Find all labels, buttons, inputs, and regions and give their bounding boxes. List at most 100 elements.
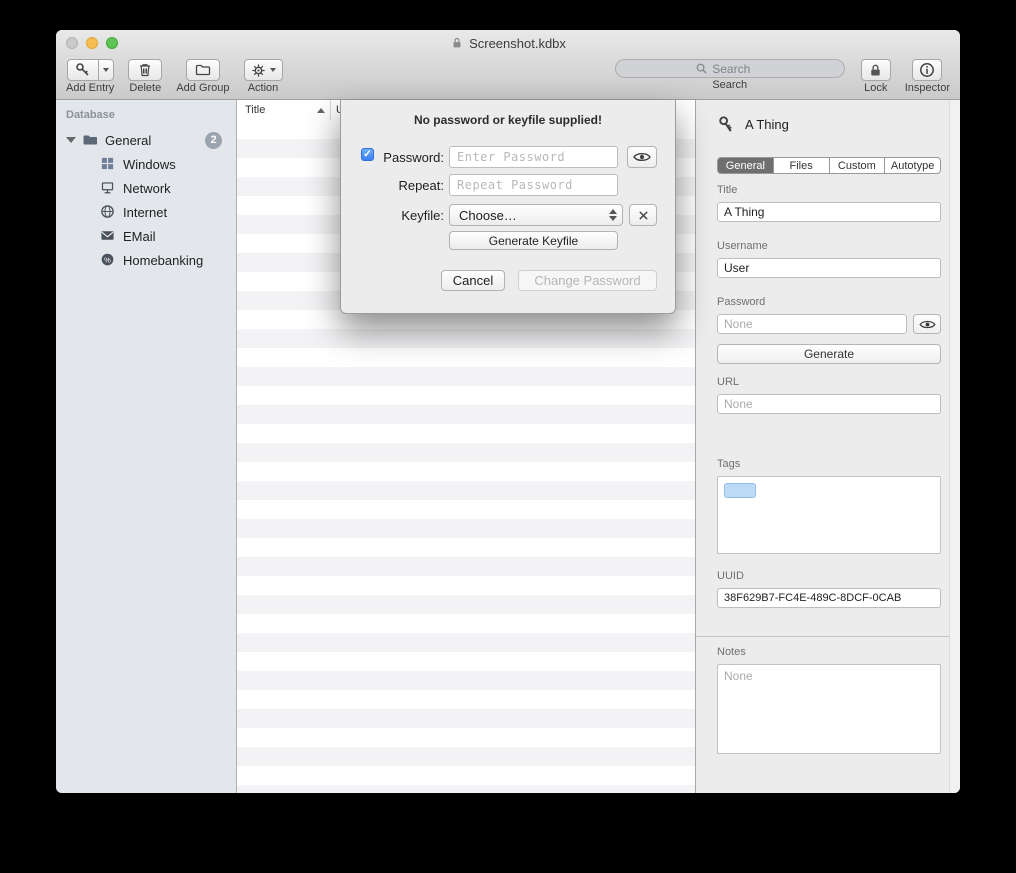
folder-plus-icon	[195, 62, 211, 78]
inspector-item: Inspector	[905, 59, 950, 94]
entry-title: A Thing	[745, 117, 789, 132]
sidebar-item-homebanking[interactable]: % Homebanking	[56, 248, 236, 272]
lock-icon	[868, 63, 883, 78]
title-field[interactable]	[717, 202, 941, 222]
inspector-panel: A Thing General Files Custom Autotype Ti…	[695, 100, 960, 793]
uuid-label: UUID	[717, 570, 744, 582]
zoom-button[interactable]	[106, 37, 118, 49]
column-header-title[interactable]: Title	[245, 104, 265, 116]
monitor-icon	[100, 180, 116, 196]
popup-stepper-icon	[609, 209, 617, 221]
password-checkbox[interactable]: ✓	[361, 148, 374, 161]
lock-button[interactable]	[861, 59, 891, 81]
traffic-lights	[66, 37, 118, 49]
generate-keyfile-button[interactable]: Generate Keyfile	[449, 231, 618, 250]
add-entry-dropdown[interactable]	[98, 60, 113, 80]
sidebar-item-general[interactable]: General 2	[56, 128, 236, 152]
add-group-button[interactable]	[186, 59, 220, 81]
password-label: Password	[717, 296, 765, 308]
action-item: Action	[244, 59, 283, 94]
count-badge: 2	[205, 132, 222, 149]
tab-autotype[interactable]: Autotype	[884, 158, 940, 173]
inspector-scrollbar[interactable]	[949, 100, 960, 793]
globe-icon	[100, 204, 116, 220]
delete-button[interactable]	[128, 59, 162, 81]
lock-item: Lock	[861, 59, 891, 94]
generate-password-button[interactable]: Generate	[717, 344, 941, 364]
clear-keyfile-button[interactable]	[629, 204, 657, 226]
tags-label: Tags	[717, 458, 740, 470]
username-label: Username	[717, 240, 768, 252]
svg-text:%: %	[104, 255, 111, 264]
close-button[interactable]	[66, 37, 78, 49]
sidebar-item-internet[interactable]: Internet	[56, 200, 236, 224]
dialog-password-input[interactable]	[449, 146, 618, 168]
trash-icon	[137, 62, 153, 78]
dialog-password-label: Password:	[378, 150, 444, 165]
keyfile-popup[interactable]: Choose…	[449, 204, 623, 226]
title-label: Title	[717, 184, 737, 196]
delete-item: Delete	[128, 59, 162, 94]
dialog-message: No password or keyfile supplied!	[341, 113, 675, 127]
window-title: Screenshot.kdbx	[450, 36, 566, 51]
sidebar-item-network[interactable]: Network	[56, 176, 236, 200]
dialog-repeat-input[interactable]	[449, 174, 618, 196]
disclosure-triangle-icon[interactable]	[66, 137, 76, 143]
title-bar[interactable]: Screenshot.kdbx	[56, 30, 960, 56]
windows-icon	[100, 156, 116, 172]
action-button[interactable]	[244, 59, 283, 81]
password-field[interactable]	[717, 314, 907, 334]
add-entry-item: Add Entry	[66, 59, 114, 94]
cancel-button[interactable]: Cancel	[441, 270, 505, 291]
key-icon	[717, 115, 736, 134]
notes-label: Notes	[717, 646, 746, 658]
search-input[interactable]	[710, 61, 764, 77]
chevron-down-icon	[270, 68, 276, 72]
dialog-repeat-label: Repeat:	[378, 178, 444, 193]
key-plus-icon	[68, 60, 98, 80]
sidebar-item-email[interactable]: EMail	[56, 224, 236, 248]
search-item: Search	[615, 59, 845, 91]
change-password-sheet: No password or keyfile supplied! ✓ Passw…	[340, 100, 676, 314]
add-group-item: Add Group	[176, 59, 229, 94]
tags-field[interactable]	[717, 476, 941, 554]
close-x-icon	[638, 210, 649, 221]
folder-icon	[82, 132, 98, 148]
notes-field[interactable]	[717, 664, 941, 754]
tab-custom[interactable]: Custom	[829, 158, 885, 173]
dialog-reveal-button[interactable]	[627, 146, 657, 168]
inspector-tabs: General Files Custom Autotype	[717, 157, 941, 174]
envelope-icon	[100, 228, 116, 244]
inspector-button[interactable]	[912, 59, 942, 81]
change-password-button[interactable]: Change Password	[518, 270, 657, 291]
sidebar: Database General 2 Windows Network	[56, 100, 237, 793]
sidebar-header: Database	[56, 105, 236, 128]
username-field[interactable]	[717, 258, 941, 278]
eye-icon	[919, 319, 936, 330]
minimize-button[interactable]	[86, 37, 98, 49]
tab-files[interactable]: Files	[773, 158, 829, 173]
tag-pill[interactable]	[724, 483, 756, 498]
sidebar-item-windows[interactable]: Windows	[56, 152, 236, 176]
search-field[interactable]	[615, 59, 845, 78]
app-window: Screenshot.kdbx Add Entry Delete	[56, 30, 960, 793]
toolbar: Add Entry Delete Add Group	[56, 56, 960, 100]
eye-icon	[633, 151, 651, 163]
percent-coin-icon: %	[100, 252, 116, 268]
column-divider[interactable]	[330, 100, 331, 120]
tab-general[interactable]: General	[718, 158, 773, 173]
sort-ascending-icon	[317, 108, 325, 113]
url-label: URL	[717, 376, 739, 388]
entry-header: A Thing	[717, 115, 789, 134]
dialog-keyfile-label: Keyfile:	[378, 208, 444, 223]
url-field[interactable]	[717, 394, 941, 414]
search-icon	[695, 62, 708, 75]
info-icon	[919, 62, 935, 78]
reveal-password-button[interactable]	[913, 314, 941, 334]
document-icon	[450, 36, 464, 50]
chevron-down-icon	[103, 68, 109, 72]
add-entry-button[interactable]	[67, 59, 114, 81]
uuid-field[interactable]	[717, 588, 941, 608]
gear-icon	[251, 63, 266, 78]
section-divider	[696, 636, 960, 637]
